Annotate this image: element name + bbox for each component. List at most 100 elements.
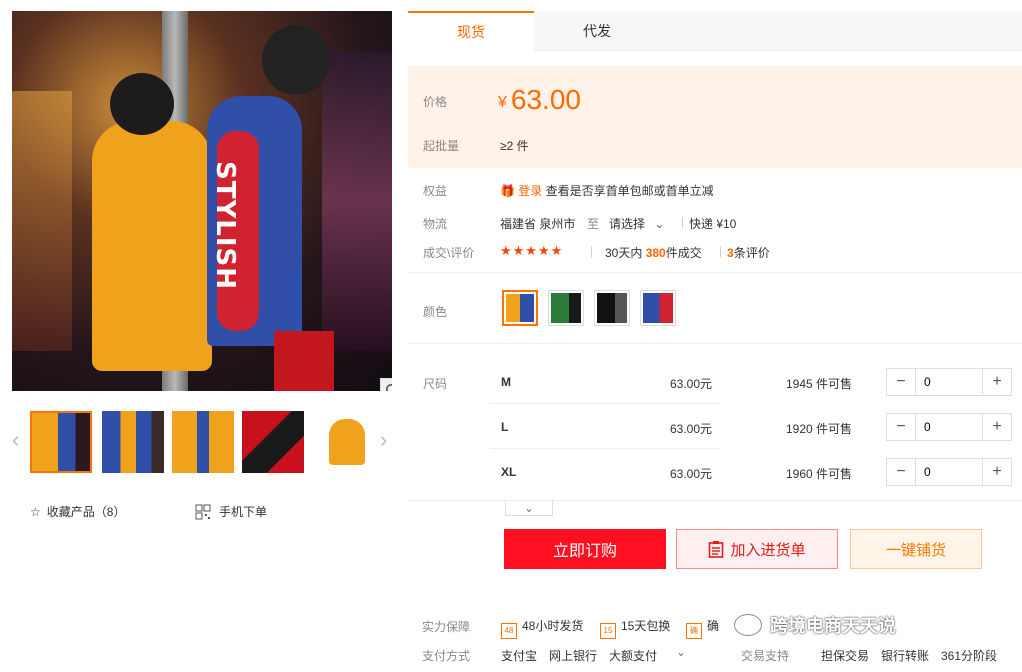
row-divider [490, 403, 720, 404]
one-click-distribute-button[interactable]: 一键铺货 [850, 529, 982, 569]
model-yellow-hoodie [92, 121, 212, 371]
chevron-down-icon: ⌄ [523, 500, 535, 515]
reviews-count: 3 [727, 246, 734, 260]
add-to-cart-label: 加入进货单 [730, 541, 806, 559]
quantity-stepper: − + [886, 458, 1012, 486]
expand-sku-button[interactable]: ⌄ [505, 500, 553, 516]
sales-number: 380 [645, 246, 666, 260]
sku-price: 63.00元 [670, 422, 713, 436]
trade-methods: 担保交易 银行转账 361分阶段 [821, 649, 998, 663]
sales-suffix: 件成交 [665, 246, 702, 260]
trade-support-label: 交易支持 [741, 649, 790, 663]
section-divider [408, 500, 1022, 501]
tab-in-stock[interactable]: 现货 [408, 11, 534, 51]
reviews-link[interactable]: 3条评价 [727, 244, 770, 261]
sku-stock: 1920 件可售 [786, 422, 853, 436]
sales-count: 30天内 380件成交 [605, 244, 702, 261]
mobile-order-button[interactable]: 手机下单 [195, 503, 267, 520]
benefits-label: 权益 [423, 184, 448, 198]
sku-size: XL [501, 465, 517, 479]
sku-price: 63.00元 [670, 467, 713, 481]
divider: | [590, 244, 594, 258]
guarantee-text: 确 [707, 619, 720, 633]
star-outline-icon: ☆ [30, 504, 41, 519]
confirm-icon: 确 [686, 622, 702, 639]
sku-price: 63.00元 [670, 377, 713, 391]
thumbnail-2[interactable] [102, 411, 164, 473]
guarantee-label: 实力保障 [422, 620, 471, 634]
quantity-input[interactable] [915, 459, 983, 485]
thumbnail-strip: ‹ › [12, 405, 392, 475]
express-fee: 快递 ¥10 [689, 217, 737, 231]
tab-dropship[interactable]: 代发 [534, 11, 660, 51]
watermark-text: 跨境电商天天说 [770, 616, 896, 636]
sku-row-l: L 63.00元 1920 件可售 − + [408, 413, 1022, 457]
model-cap-mask [262, 25, 330, 95]
thumbnail-1[interactable] [30, 411, 92, 473]
red-pants [274, 331, 334, 391]
payment-methods: 支付宝 网上银行 大额支付 [501, 649, 658, 663]
collect-product-button[interactable]: ☆ 收藏产品（8） [30, 503, 125, 520]
thumbnail-3[interactable] [172, 411, 234, 473]
sleeve-print-text: STYLISH [210, 161, 240, 291]
sku-size: L [501, 420, 509, 434]
clipboard-icon [709, 541, 724, 558]
color-label: 颜色 [423, 305, 448, 319]
ship-from: 福建省 泉州市 [500, 217, 576, 231]
color-swatch-3[interactable] [594, 290, 630, 326]
divider: | [719, 244, 723, 258]
chevron-down-icon[interactable]: ⌄ [676, 645, 686, 659]
collect-label: 收藏产品（8） [46, 505, 126, 519]
thumbnail-5[interactable] [316, 411, 378, 473]
section-divider [408, 343, 1022, 344]
quantity-stepper: − + [886, 413, 1012, 441]
model-cap [110, 73, 174, 135]
quantity-input[interactable] [915, 369, 983, 395]
quantity-stepper: − + [886, 368, 1012, 396]
bg-light-right [322, 51, 392, 351]
main-product-image[interactable]: STYLISH [12, 11, 392, 391]
benefits-text: 查看是否享首单包邮或首单立减 [545, 184, 714, 198]
ship-to-select[interactable]: 请选择 ⌄ [609, 215, 664, 232]
logistics-label: 物流 [423, 217, 448, 231]
plus-icon[interactable]: + [983, 459, 1011, 485]
section-divider [408, 272, 1022, 273]
plus-icon[interactable]: + [983, 414, 1011, 440]
guarantee-text: 48小时发货 [522, 619, 584, 633]
color-swatch-4[interactable] [640, 290, 676, 326]
guarantee-item: 15 15天包换 [600, 617, 670, 639]
minus-icon[interactable]: − [887, 459, 915, 485]
row-divider [490, 448, 720, 449]
quantity-input[interactable] [915, 414, 983, 440]
sku-stock: 1960 件可售 [786, 467, 853, 481]
order-now-button[interactable]: 立即订购 [504, 529, 666, 569]
thumb-prev-icon[interactable]: ‹ [12, 427, 19, 453]
mobile-order-label: 手机下单 [219, 505, 268, 519]
minus-icon[interactable]: − [887, 414, 915, 440]
moq-value: ≥2 件 [500, 139, 529, 153]
sku-row-m: M 63.00元 1945 件可售 − + [408, 368, 1022, 412]
minus-icon[interactable]: − [887, 369, 915, 395]
bg-light-left [12, 91, 72, 351]
color-swatch-2[interactable] [548, 290, 584, 326]
sales-prefix: 30天内 [605, 246, 643, 260]
divider: | [681, 215, 685, 229]
benefits-row: 🎁 登录 查看是否享首单包邮或首单立减 [500, 182, 714, 199]
ship-to-select-label: 请选择 [609, 217, 646, 231]
plus-icon[interactable]: + [983, 369, 1011, 395]
moq-label: 起批量 [423, 139, 460, 153]
exchange-15d-icon: 15 [600, 622, 616, 639]
rating-stars: ★★★★★ [500, 243, 564, 258]
shipping-48h-icon: 48 [501, 622, 517, 639]
reviews-suffix: 条评价 [733, 246, 770, 260]
deals-label: 成交\评价 [423, 246, 475, 260]
login-link[interactable]: 登录 [518, 184, 542, 198]
wechat-logo-icon [734, 614, 762, 636]
price-value: ¥63.00 [498, 84, 581, 116]
color-swatch-1[interactable] [502, 290, 538, 326]
add-to-cart-button[interactable]: 加入进货单 [676, 529, 838, 569]
zoom-icon[interactable] [380, 378, 392, 391]
thumb-next-icon[interactable]: › [380, 427, 387, 453]
thumbnail-4[interactable] [242, 411, 304, 473]
payment-label: 支付方式 [422, 649, 471, 663]
